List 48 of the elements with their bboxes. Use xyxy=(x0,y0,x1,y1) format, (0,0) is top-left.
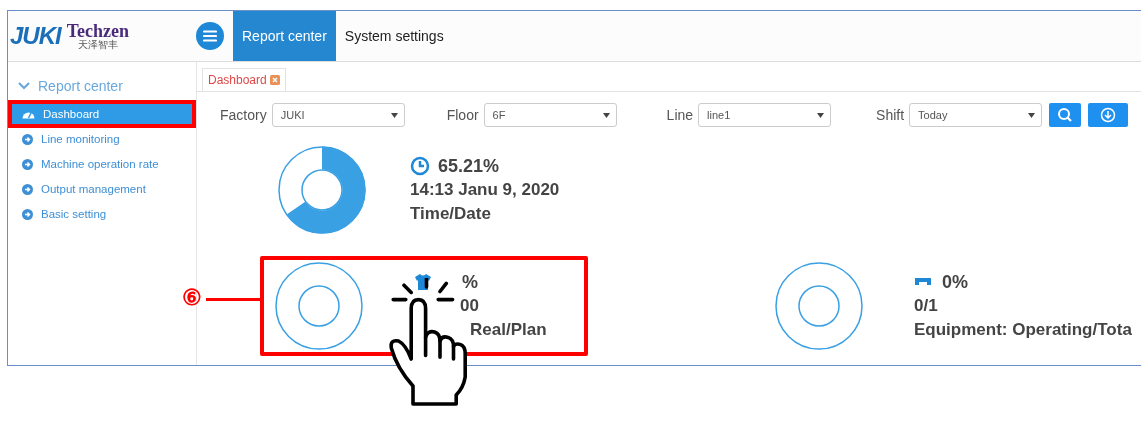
dropdown-caret-icon xyxy=(1028,112,1036,118)
techzen-logo: Techzen xyxy=(66,22,130,40)
search-icon xyxy=(1057,107,1074,123)
nav-tab[interactable]: System settings xyxy=(335,11,453,61)
dropdown-caret-icon xyxy=(602,112,610,118)
search-button[interactable] xyxy=(1049,103,1082,127)
sidebar-item[interactable]: Machine operation rate xyxy=(12,154,192,174)
stat-text: 65.21% xyxy=(438,155,500,177)
filter-label: Floor xyxy=(446,107,479,123)
download-button[interactable] xyxy=(1088,103,1129,127)
filter-select[interactable]: JUKI xyxy=(271,103,405,127)
close-icon[interactable] xyxy=(269,75,280,85)
arrow-circle-icon xyxy=(22,208,33,220)
sidebar-item[interactable]: Output management xyxy=(12,179,192,199)
stat-text: 00 xyxy=(460,296,479,316)
stat-text: 0/1 xyxy=(914,296,938,316)
download-icon xyxy=(1100,107,1117,123)
filter-label: Line xyxy=(666,107,694,123)
menu-icon xyxy=(203,30,217,42)
step-marker: ⑥ xyxy=(182,285,202,311)
juki-logo: JUKI xyxy=(10,22,61,50)
nav-tab[interactable]: Report center xyxy=(233,11,336,61)
brand-subtitle: 天泽智丰 xyxy=(77,40,118,50)
sewing-machine-icon xyxy=(914,277,934,287)
stat-text: Time/Date xyxy=(410,204,491,224)
stat-text: 14:13 Janu 9, 2020 xyxy=(410,180,560,200)
arrow-circle-icon xyxy=(22,158,33,170)
filter-select[interactable]: Today xyxy=(909,103,1043,127)
stat-text: % xyxy=(462,271,478,293)
stat-text: 0% xyxy=(942,271,968,293)
arrow-circle-icon xyxy=(22,133,33,145)
dropdown-caret-icon xyxy=(390,112,398,118)
stat-text: Real/Plan xyxy=(470,320,547,340)
filter-label: Factory xyxy=(220,107,267,123)
clock-icon xyxy=(410,156,430,176)
filter-select[interactable]: line1 xyxy=(698,103,832,127)
stat-text: Equipment: Operating/Tota xyxy=(914,320,1132,340)
sidebar-item[interactable]: Line monitoring xyxy=(12,129,192,149)
sidebar-item[interactable]: Basic setting xyxy=(12,204,192,224)
page-tab[interactable]: Dashboard xyxy=(202,68,286,91)
filter-select[interactable]: 6F xyxy=(483,103,617,127)
menu-button[interactable] xyxy=(196,22,224,50)
dropdown-caret-icon xyxy=(817,112,825,118)
arrow-circle-icon xyxy=(22,183,33,195)
sidebar-title[interactable]: Report center xyxy=(38,78,123,94)
filter-label: Shift xyxy=(876,107,905,123)
chevron-down-icon xyxy=(18,82,30,90)
shirt-icon xyxy=(414,274,432,290)
